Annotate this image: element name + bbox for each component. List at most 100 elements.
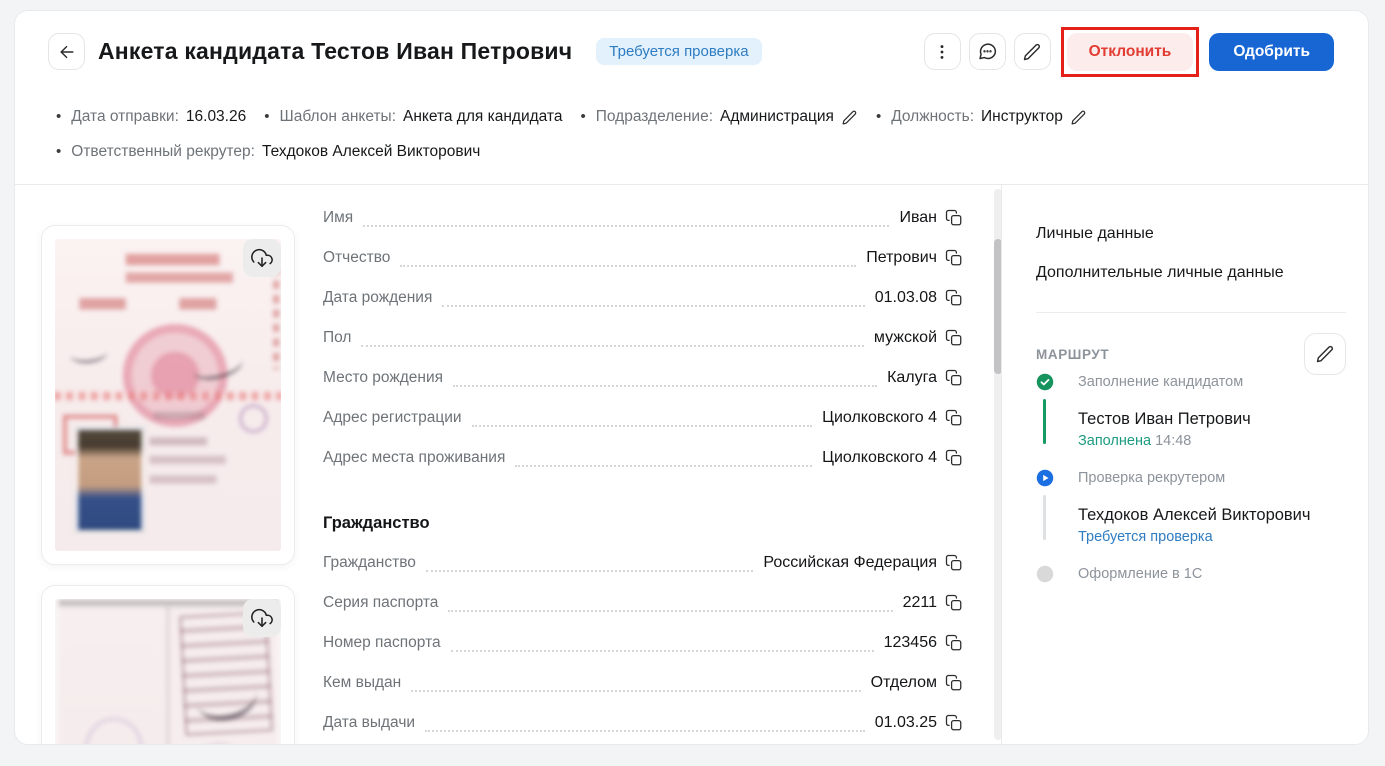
copy-icon[interactable] [945, 249, 963, 267]
field-label: Гражданство [323, 554, 416, 572]
check-circle-icon [1036, 373, 1054, 391]
copy-icon[interactable] [945, 369, 963, 387]
download-cloud-icon [251, 247, 273, 269]
copy-icon[interactable] [945, 329, 963, 347]
copy-icon[interactable] [945, 594, 963, 612]
field-label: Номер паспорта [323, 634, 441, 652]
passport-main-page-image [55, 239, 281, 551]
approve-button[interactable]: Одобрить [1209, 33, 1334, 71]
page-background: Анкета кандидата Тестов Иван Петрович Тр… [0, 0, 1385, 766]
field-value: Петрович [866, 249, 937, 267]
step-title: Оформление в 1С [1078, 564, 1346, 584]
field-label: Дата выдачи [323, 714, 415, 732]
meta-line-1: • Дата отправки: 16.03.26 • Шаблон анкет… [56, 106, 1334, 128]
field-value: Отделом [871, 674, 937, 692]
dotted-leader [425, 728, 865, 732]
personal-data-form: Имя Иван Отчество Петрович Дата рождения… [323, 185, 963, 744]
dotted-leader [400, 263, 856, 267]
meta-value: Администрация [720, 106, 834, 128]
bullet: • [264, 106, 269, 128]
download-button[interactable] [243, 239, 281, 277]
kebab-menu-icon [932, 42, 952, 62]
edit-profile-button[interactable] [1014, 33, 1051, 70]
passport-registration-page-thumbnail[interactable] [41, 585, 295, 744]
copy-icon[interactable] [945, 714, 963, 732]
meta-label: Дата отправки: [71, 106, 179, 128]
route-header: МАРШРУТ [1036, 333, 1346, 375]
passport-art [55, 239, 281, 551]
copy-icon[interactable] [945, 209, 963, 227]
dotted-leader [453, 383, 877, 387]
field-label: Адрес места проживания [323, 449, 505, 467]
copy-icon[interactable] [945, 634, 963, 652]
header-actions: Отклонить Одобрить [924, 27, 1334, 77]
annotation-highlight: Отклонить [1061, 27, 1200, 77]
play-circle-icon [1036, 469, 1054, 487]
passport-main-page-thumbnail[interactable] [41, 225, 295, 565]
download-cloud-icon [251, 607, 273, 629]
pending-circle-icon [1036, 565, 1054, 583]
meta-label: Шаблон анкеты: [280, 106, 397, 128]
field-value: Иван [899, 209, 937, 227]
step-status: Заполнена 14:48 [1078, 430, 1346, 452]
copy-icon[interactable] [945, 449, 963, 467]
download-button[interactable] [243, 599, 281, 637]
step-status-time: 14:48 [1155, 433, 1191, 449]
more-actions-button[interactable] [924, 33, 961, 70]
route-title: МАРШРУТ [1036, 347, 1109, 362]
step-person: Тестов Иван Петрович [1078, 408, 1346, 430]
step-title: Проверка рекрутером [1078, 468, 1346, 488]
field-value: 123456 [884, 634, 937, 652]
step-detail: Техдоков Алексей Викторович Требуется пр… [1078, 504, 1346, 548]
copy-icon[interactable] [945, 289, 963, 307]
field-value: 2211 [903, 594, 937, 612]
dotted-leader [426, 568, 754, 572]
field-label: Имя [323, 209, 353, 227]
chat-bubble-icon [977, 41, 998, 62]
copy-icon[interactable] [945, 554, 963, 572]
back-button[interactable] [48, 33, 85, 70]
step-connector-done [1043, 399, 1046, 444]
title-row: Анкета кандидата Тестов Иван Петрович Тр… [48, 33, 1334, 70]
documents-column [41, 185, 297, 744]
meta-item-recruiter: • Ответственный рекрутер: Техдоков Алекс… [56, 141, 480, 163]
pencil-icon [1315, 344, 1335, 364]
field-value: 01.03.25 [875, 714, 937, 732]
dotted-leader [442, 303, 864, 307]
edit-department-icon[interactable] [841, 109, 858, 126]
copy-icon[interactable] [945, 409, 963, 427]
sidebar-divider [1036, 312, 1346, 313]
dotted-leader [472, 423, 813, 427]
form-field-row: Пол мужской [323, 318, 963, 358]
header: Анкета кандидата Тестов Иван Петрович Тр… [15, 11, 1368, 185]
copy-icon[interactable] [945, 674, 963, 692]
field-value: Калуга [887, 369, 937, 387]
reject-button[interactable]: Отклонить [1067, 33, 1194, 71]
field-value: Циолковского 4 [822, 449, 937, 467]
bullet: • [56, 141, 61, 163]
meta-item-department: • Подразделение: Администрация [580, 106, 857, 128]
right-sidebar: Личные данные Дополнительные личные данн… [1001, 185, 1368, 744]
meta-item-sent-date: • Дата отправки: 16.03.26 [56, 106, 246, 128]
form-field-row: Место рождения Калуга [323, 358, 963, 398]
step-status-text: Требуется проверка [1078, 529, 1213, 545]
route-step-candidate-fill: Заполнение кандидатом Тестов Иван Петров… [1036, 372, 1346, 452]
status-badge: Требуется проверка [596, 38, 761, 65]
meta-value: Инструктор [981, 106, 1063, 128]
field-value: мужской [874, 329, 937, 347]
meta-info: • Дата отправки: 16.03.26 • Шаблон анкет… [56, 106, 1334, 163]
meta-item-template: • Шаблон анкеты: Анкета для кандидата [264, 106, 562, 128]
step-connector-current [1043, 495, 1046, 540]
edit-route-button[interactable] [1304, 333, 1346, 375]
field-value: Российская Федерация [763, 554, 937, 572]
comments-button[interactable] [969, 33, 1006, 70]
meta-line-2: • Ответственный рекрутер: Техдоков Алекс… [56, 141, 1334, 163]
arrow-left-icon [57, 42, 77, 62]
edit-position-icon[interactable] [1070, 109, 1087, 126]
form-field-row: Дата рождения 01.03.08 [323, 278, 963, 318]
sidebar-item-additional-personal-data[interactable]: Дополнительные личные данные [1036, 262, 1346, 284]
dotted-leader [451, 648, 874, 652]
field-label: Кем выдан [323, 674, 401, 692]
sidebar-item-personal-data[interactable]: Личные данные [1036, 223, 1346, 245]
field-label: Место рождения [323, 369, 443, 387]
